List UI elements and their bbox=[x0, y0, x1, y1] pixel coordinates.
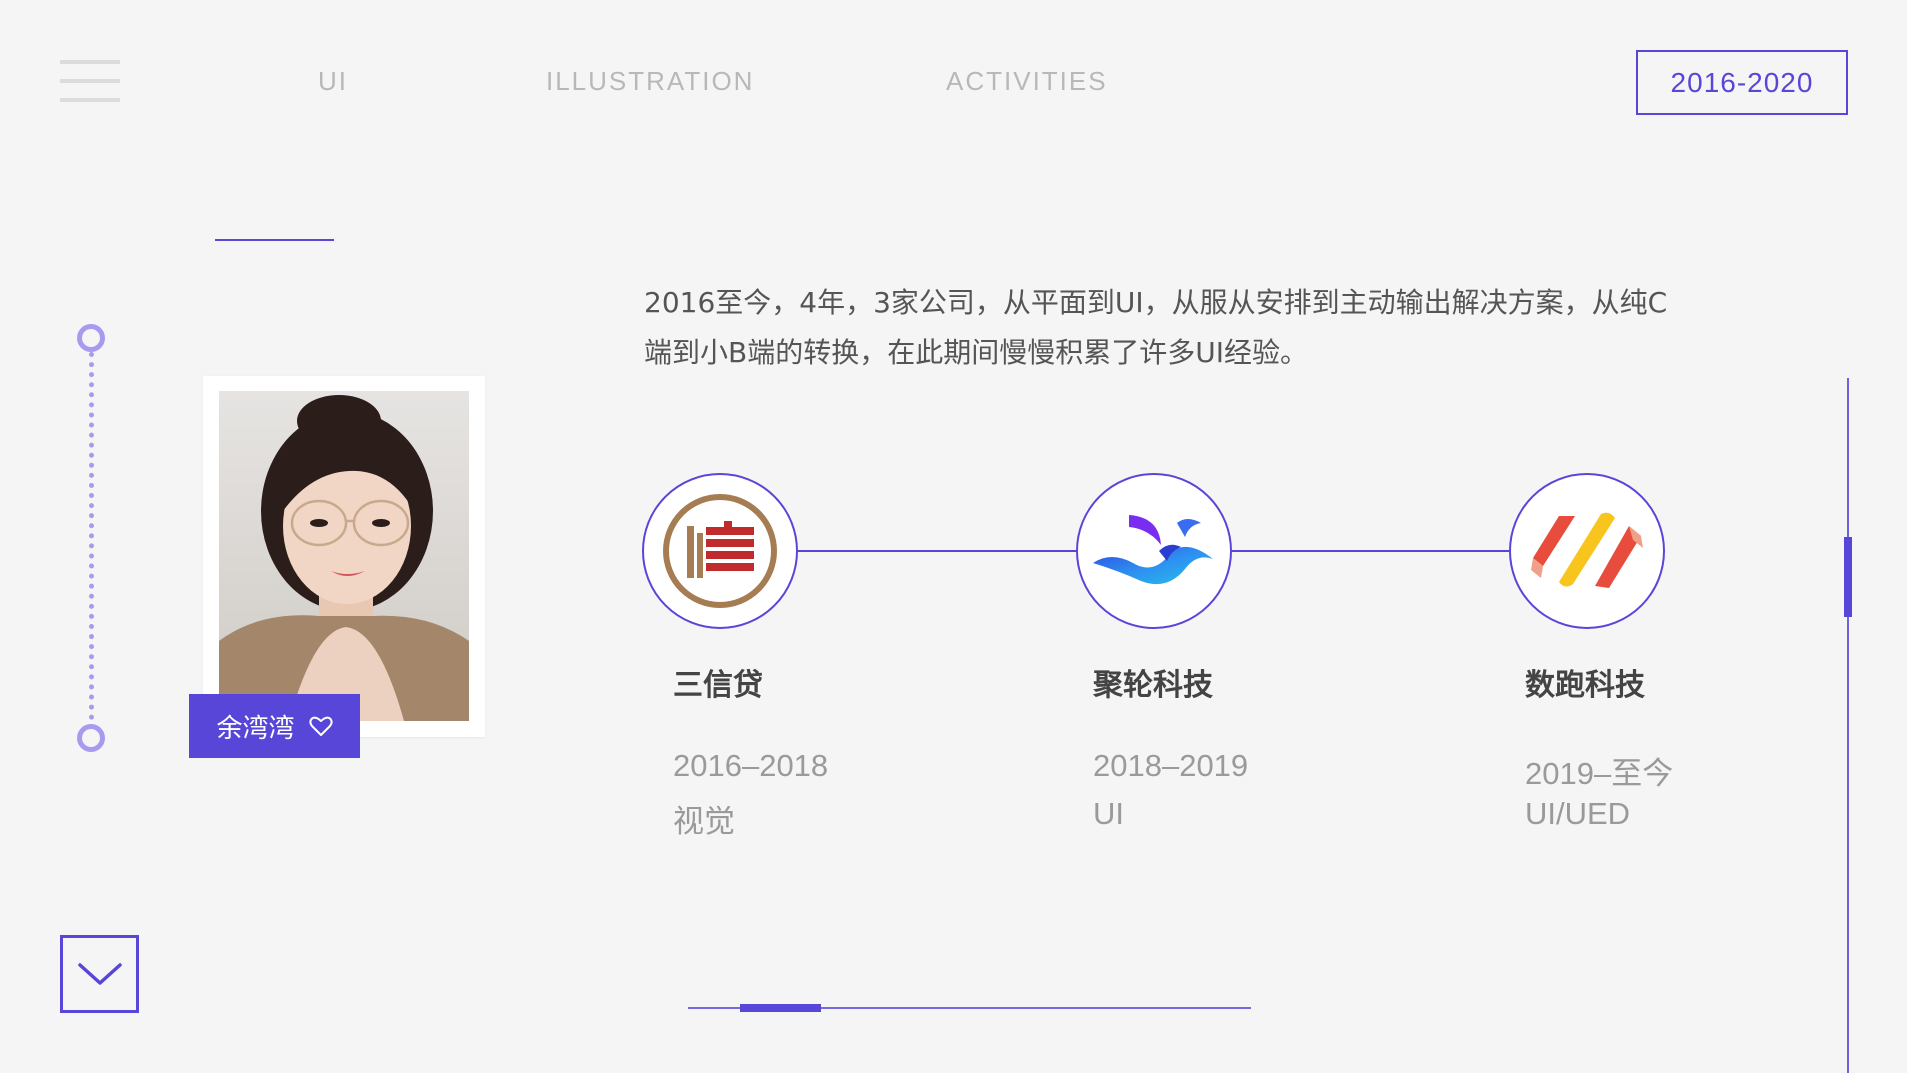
intro-line-1: 2016至今，4年，3家公司，从平面到UI，从服从安排到主动输出解决方案，从纯C bbox=[644, 286, 1668, 319]
chevron-down-icon bbox=[77, 963, 122, 985]
company-role-3: UI/UED bbox=[1525, 796, 1631, 831]
company-connector-2 bbox=[1232, 550, 1511, 552]
menu-bar bbox=[60, 98, 120, 102]
profile-photo bbox=[219, 391, 469, 721]
julun-logo-icon bbox=[1093, 515, 1213, 585]
vertical-scroll-thumb[interactable] bbox=[1844, 537, 1852, 617]
intro-line-2: 端到小B端的转换，在此期间慢慢积累了许多UI经验。 bbox=[644, 336, 1308, 369]
profile-name-tag[interactable]: 余湾湾 bbox=[189, 694, 360, 758]
company-years-3: 2019–至今 bbox=[1525, 756, 1674, 791]
menu-bar bbox=[60, 60, 120, 64]
nav-item-activities[interactable]: ACTIVITIES bbox=[946, 66, 1108, 97]
company-years-2: 2018–2019 bbox=[1093, 748, 1249, 783]
company-logo-shupao[interactable] bbox=[1509, 473, 1665, 629]
shupao-logo-icon bbox=[1531, 512, 1643, 588]
company-years-1: 2016–2018 bbox=[673, 748, 829, 783]
company-logo-julun[interactable] bbox=[1076, 473, 1232, 629]
company-logo-sanxindai[interactable] bbox=[642, 473, 798, 629]
intro-paragraph: 2016至今，4年，3家公司，从平面到UI，从服从安排到主动输出解决方案，从纯C… bbox=[644, 278, 1704, 378]
timeline-start-dot bbox=[77, 324, 105, 352]
sanxindai-logo-icon bbox=[663, 494, 777, 608]
pagination-thumb[interactable] bbox=[740, 1004, 821, 1012]
company-role-2: UI bbox=[1093, 796, 1124, 831]
company-name-3: 数跑科技 bbox=[1525, 668, 1645, 703]
company-name-2: 聚轮科技 bbox=[1093, 668, 1213, 703]
scroll-down-button[interactable] bbox=[60, 935, 139, 1013]
hamburger-menu-icon[interactable] bbox=[60, 58, 120, 106]
company-connector-1 bbox=[798, 550, 1078, 552]
timeline-end-dot bbox=[77, 724, 105, 752]
heart-icon[interactable] bbox=[308, 715, 333, 737]
profile-name: 余湾湾 bbox=[216, 713, 295, 744]
company-role-1: 视觉 bbox=[673, 804, 735, 839]
timeline-dotted-line bbox=[89, 352, 94, 720]
vertical-scroll-rail[interactable] bbox=[1847, 378, 1849, 1073]
nav-item-illustration[interactable]: ILLUSTRATION bbox=[546, 66, 754, 97]
section-accent-line bbox=[215, 239, 334, 241]
menu-bar bbox=[60, 79, 120, 83]
year-range-button[interactable]: 2016-2020 bbox=[1636, 50, 1848, 115]
nav-item-ui[interactable]: UI bbox=[318, 66, 348, 97]
company-name-1: 三信贷 bbox=[673, 668, 763, 703]
